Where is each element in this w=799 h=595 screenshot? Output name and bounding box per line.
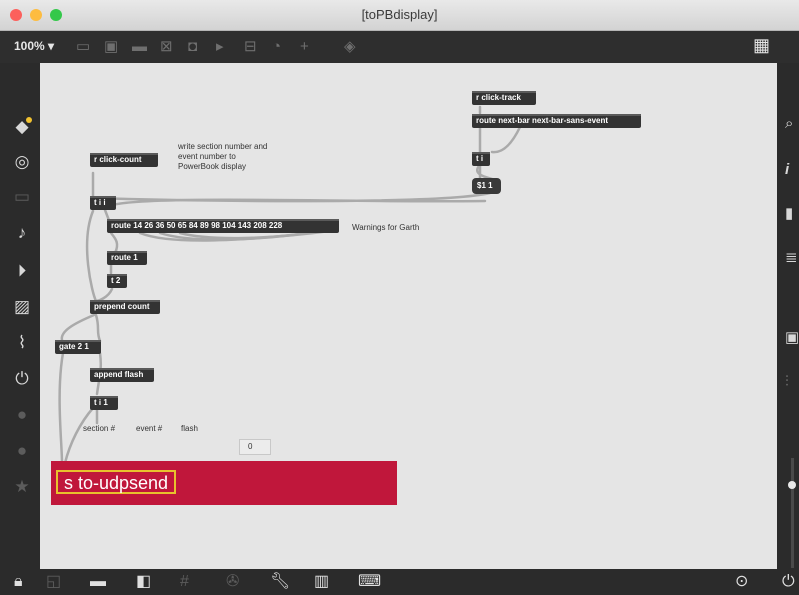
media-step-icon[interactable]: ⏵: [12, 261, 32, 281]
zoom-menu[interactable]: 100% ▾: [14, 39, 54, 53]
toolbar: 100% ▾ ▭ ▣ ▬ ⊠ ◘ ▸ ⊟ ◔ + ◈ ▦: [0, 31, 799, 63]
grid-snap-icon[interactable]: #: [180, 572, 189, 592]
new-button-icon[interactable]: ⊠: [160, 38, 173, 56]
target-icon[interactable]: ◎: [12, 152, 32, 172]
new-object-icon[interactable]: ▣: [104, 38, 118, 56]
search-icon[interactable]: ⌕: [785, 115, 793, 133]
title-bar: [toPBdisplay]: [0, 0, 799, 31]
presentation-mode-icon[interactable]: ▭: [76, 38, 90, 56]
s-to-udpsend-object[interactable]: s to-udpsend: [56, 470, 177, 494]
volume-slider-knob[interactable]: [788, 481, 796, 489]
send-panel: s to-udpsend: [51, 461, 397, 505]
left-sidebar: ◆ ◎ ▭ ♪ ⏵ ▨ ⌇ ⏻ ● ● ★: [0, 63, 40, 569]
number-box[interactable]: 0: [239, 439, 271, 455]
route-warnings-object[interactable]: route 14 26 36 50 65 84 89 98 104 143 20…: [107, 219, 339, 233]
mixer-icon[interactable]: ⫶: [785, 373, 789, 391]
t-2-object[interactable]: t 2: [107, 274, 127, 288]
new-slider-icon[interactable]: ⊟: [244, 38, 257, 56]
prepend-count-object[interactable]: prepend count: [90, 300, 160, 314]
new-dial-icon[interactable]: ◔: [272, 38, 281, 56]
star-icon[interactable]: ★: [12, 477, 32, 497]
comment-icon[interactable]: ▬: [90, 572, 106, 592]
new-number-icon[interactable]: ▸: [216, 38, 224, 56]
route-next-bar-object[interactable]: route next-bar next-bar-sans-event: [472, 114, 641, 128]
bottom-toolbar: 🔒︎ ◱ ▬ ◧ # ✇ 🔧︎ ▥ ⌨ ⊙ ⏻: [0, 569, 799, 595]
power-icon[interactable]: ⏻: [782, 572, 795, 592]
music-note-icon[interactable]: ♪: [12, 223, 32, 243]
message-1-1[interactable]: $1 1: [472, 178, 501, 194]
debug-icon[interactable]: ✇: [226, 572, 239, 592]
paperclip-icon[interactable]: ⌇: [12, 333, 32, 353]
flash-comment: flash: [181, 424, 198, 433]
warnings-comment: Warnings for Garth: [352, 223, 420, 232]
paint-bucket-icon[interactable]: ◈: [344, 38, 356, 56]
gate-object[interactable]: gate 2 1: [55, 340, 101, 354]
t-i-object[interactable]: t i: [472, 152, 490, 166]
write-section-comment: write section number and event number to…: [178, 142, 268, 171]
info-icon[interactable]: i: [785, 161, 789, 179]
notification-dot: [26, 117, 32, 123]
t-i-1-object[interactable]: t i 1: [90, 396, 118, 410]
add-object-icon[interactable]: +: [300, 38, 309, 56]
beap-icon[interactable]: ●: [12, 441, 32, 461]
r-click-count-object[interactable]: r click-count: [90, 153, 158, 167]
image-icon[interactable]: ▨: [12, 297, 32, 317]
section-comment: section #: [83, 424, 116, 433]
windows-icon[interactable]: ◧: [136, 572, 151, 592]
patcher-canvas[interactable]: r click-count t i i route 14 26 36 50 65…: [40, 63, 777, 569]
t-i-i-object[interactable]: t i i: [90, 196, 116, 210]
list-icon[interactable]: ≣: [785, 249, 798, 267]
event-comment: event #: [136, 424, 163, 433]
piano-icon[interactable]: ▥: [314, 572, 329, 592]
keyboard-icon[interactable]: ⌨: [358, 572, 381, 592]
route-1-object[interactable]: route 1: [107, 251, 147, 265]
film-icon[interactable]: ▭: [12, 187, 32, 207]
lock-icon[interactable]: 🔒︎: [14, 572, 23, 592]
camera-icon[interactable]: ▣: [785, 329, 799, 347]
right-sidebar: ⌕ i ▮ ≣ ▣ ⫶: [779, 63, 799, 569]
presentation-icon[interactable]: ◱: [46, 572, 61, 592]
append-flash-object[interactable]: append flash: [90, 368, 154, 382]
vst-icon[interactable]: ●: [12, 405, 32, 425]
new-comment-icon[interactable]: ▬: [132, 38, 147, 56]
window-title: [toPBdisplay]: [361, 7, 438, 22]
new-toggle-icon[interactable]: ◘: [188, 38, 197, 56]
reference-icon[interactable]: ▮: [785, 205, 793, 223]
grid-icon[interactable]: ▦: [753, 36, 770, 54]
r-click-track-object[interactable]: r click-track: [472, 91, 536, 105]
wrench-icon[interactable]: 🔧︎: [270, 572, 290, 592]
play-icon[interactable]: ⊙: [735, 572, 748, 592]
plug-icon[interactable]: ⏻: [12, 369, 32, 389]
level-meter: [791, 458, 794, 568]
